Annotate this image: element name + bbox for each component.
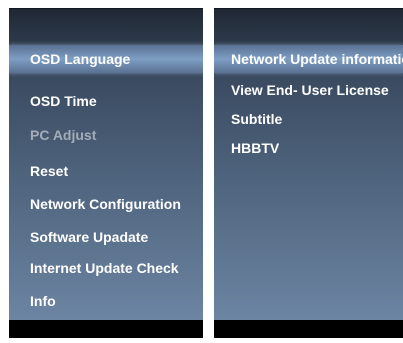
menu-item-internet-update-check[interactable]: Internet Update Check	[9, 254, 203, 282]
panel-body-right: Network Update information View End- Use…	[214, 8, 403, 321]
menu-item-osd-language[interactable]: OSD Language	[9, 45, 203, 73]
menu-item-reset[interactable]: Reset	[9, 157, 203, 185]
settings-menu-panel-right: Network Update information View End- Use…	[214, 8, 403, 338]
menu-item-view-end-user-license[interactable]: View End- User License	[214, 76, 403, 104]
menu-item-pc-adjust: PC Adjust	[30, 127, 97, 143]
panel-footer-right	[214, 320, 403, 338]
menu-item-hbbtv[interactable]: HBBTV	[214, 134, 403, 162]
panel-footer-left	[9, 320, 203, 338]
menu-item-software-update[interactable]: Software Upadate	[9, 223, 203, 251]
menu-item-osd-time[interactable]: OSD Time	[9, 87, 203, 115]
menu-item-subtitle[interactable]: Subtitle	[214, 105, 403, 133]
tv-settings-screen: OSD Language OSD Time PC Adjust Reset Ne…	[0, 0, 403, 343]
panel-body-left: OSD Language OSD Time PC Adjust Reset Ne…	[9, 8, 203, 321]
menu-item-network-configuration[interactable]: Network Configuration	[9, 190, 203, 218]
menu-item-info[interactable]: Info	[9, 287, 203, 315]
settings-menu-panel-left: OSD Language OSD Time PC Adjust Reset Ne…	[9, 8, 203, 338]
menu-item-network-update-information[interactable]: Network Update information	[214, 45, 403, 73]
